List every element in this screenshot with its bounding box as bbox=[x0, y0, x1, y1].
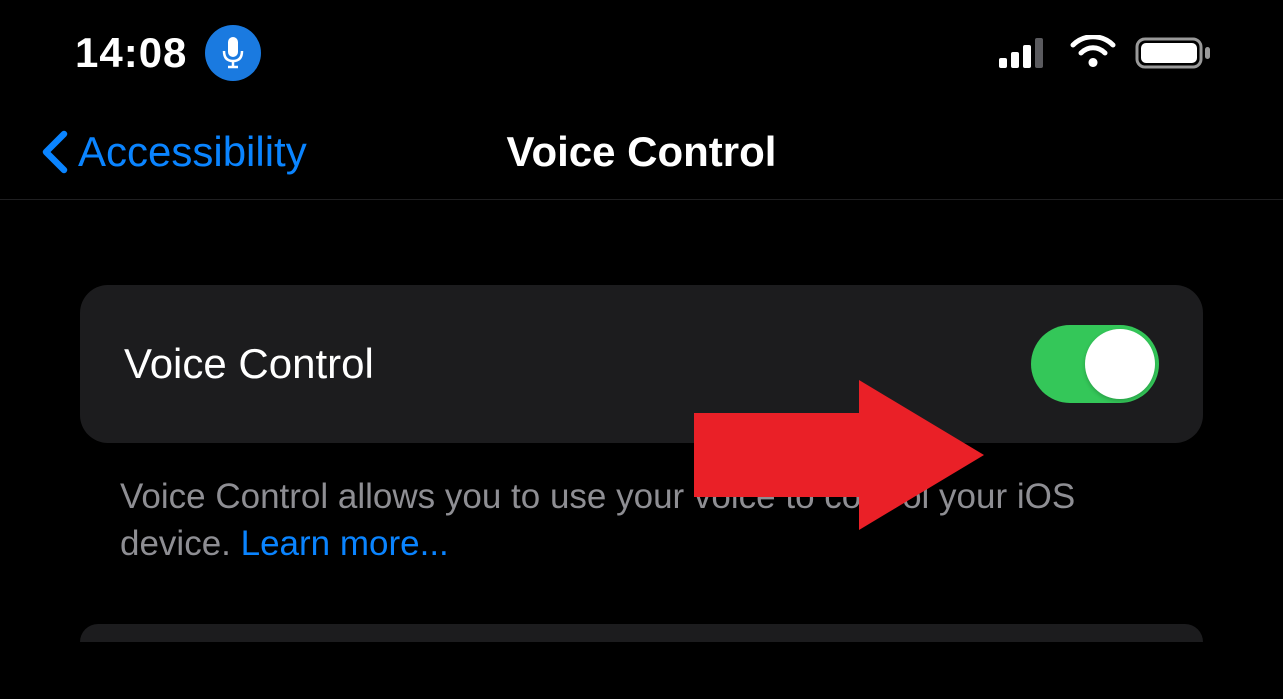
learn-more-link[interactable]: Learn more... bbox=[241, 524, 449, 563]
status-right bbox=[999, 35, 1213, 71]
navigation-bar: Accessibility Voice Control bbox=[0, 105, 1283, 200]
toggle-knob bbox=[1085, 329, 1155, 399]
next-setting-row-partial bbox=[80, 624, 1203, 642]
chevron-left-icon bbox=[40, 128, 72, 176]
page-title: Voice Control bbox=[507, 128, 777, 176]
wifi-icon bbox=[1069, 35, 1117, 71]
voice-control-toggle[interactable] bbox=[1031, 325, 1159, 403]
status-left: 14:08 bbox=[75, 25, 261, 81]
cellular-signal-icon bbox=[999, 38, 1051, 68]
voice-control-setting-row[interactable]: Voice Control bbox=[80, 285, 1203, 443]
status-bar: 14:08 bbox=[0, 0, 1283, 105]
status-time: 14:08 bbox=[75, 29, 187, 77]
back-label: Accessibility bbox=[78, 128, 307, 176]
content-area: Voice Control Voice Control allows you t… bbox=[0, 200, 1283, 642]
microphone-active-indicator bbox=[205, 25, 261, 81]
voice-control-description: Voice Control allows you to use your voi… bbox=[80, 443, 1203, 568]
voice-control-label: Voice Control bbox=[124, 340, 374, 388]
back-button[interactable]: Accessibility bbox=[40, 128, 307, 176]
battery-icon bbox=[1135, 35, 1213, 71]
microphone-icon bbox=[222, 37, 244, 69]
